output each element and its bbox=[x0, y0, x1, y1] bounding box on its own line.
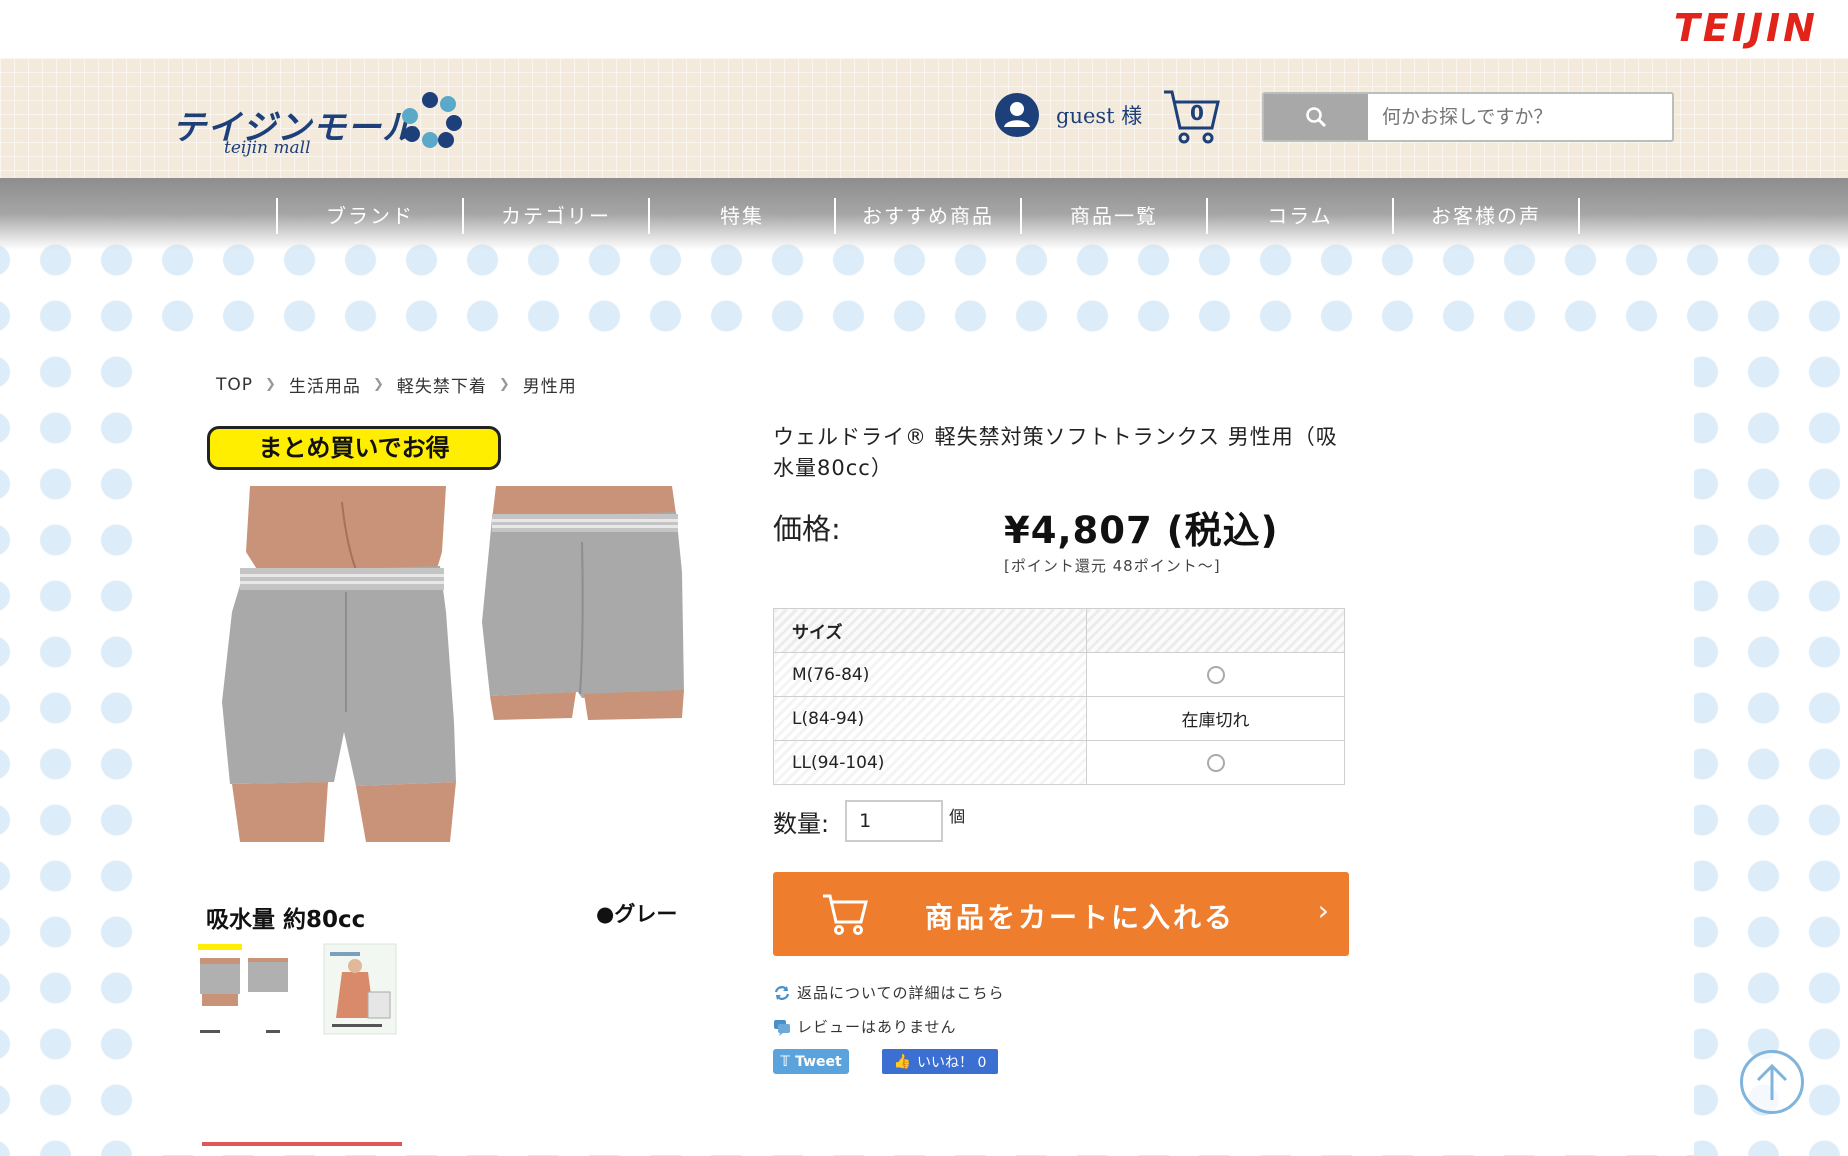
thumbs-up-icon: 👍 bbox=[893, 1053, 912, 1070]
quantity-input[interactable] bbox=[845, 800, 944, 842]
nav-item-recommended[interactable]: おすすめ商品 bbox=[834, 198, 1020, 234]
return-info-text: 返品についての詳細はこちら bbox=[797, 984, 1005, 1002]
product-panel: TOP ❯ 生活用品 ❯ 軽失禁下着 ❯ 男性用 まとめ買いでお得 吸水量 約8… bbox=[154, 334, 1694, 1155]
global-nav: ブランド カテゴリー 特集 おすすめ商品 商品一覧 コラム お客様の声 bbox=[0, 178, 1848, 250]
search-icon bbox=[1306, 107, 1327, 128]
breadcrumb-men: 男性用 bbox=[522, 377, 577, 397]
chevron-right-icon: ❯ bbox=[498, 377, 511, 392]
thumbnail-2[interactable] bbox=[312, 942, 408, 1040]
size-table-header: サイズ bbox=[773, 608, 1345, 653]
cart-icon: 0 bbox=[1164, 90, 1220, 144]
tweet-button[interactable]: 𝕋 Tweet bbox=[773, 1049, 849, 1074]
cart-count: 0 bbox=[1190, 101, 1204, 125]
nav-item-products[interactable]: 商品一覧 bbox=[1020, 198, 1206, 234]
promo-badge: まとめ買いでお得 bbox=[207, 426, 501, 470]
product-title: ウェルドライ® 軽失禁対策ソフトトランクス 男性用（吸水量80cc） bbox=[773, 425, 1338, 480]
site-header: テイジンモール teijin mall guest 様 0 bbox=[0, 58, 1848, 178]
size-table: サイズ M(76-84) L(84-94) 在庫切れ LL(94-104) bbox=[773, 608, 1345, 785]
search-box bbox=[1262, 92, 1674, 142]
size-label-m: M(76-84) bbox=[773, 652, 1087, 697]
breadcrumb-top[interactable]: TOP bbox=[216, 375, 253, 395]
product-price: ¥4,807 (税込) bbox=[1004, 509, 1279, 552]
size-label-l: L(84-94) bbox=[773, 696, 1087, 741]
add-to-cart-label: 商品をカートに入れる bbox=[925, 901, 1236, 934]
return-info-link[interactable]: 返品についての詳細はこちら bbox=[773, 982, 1005, 1003]
reviews-text: レビューはありません bbox=[797, 1018, 957, 1036]
quantity-label: 数量: bbox=[773, 809, 830, 838]
add-to-cart-button[interactable]: 商品をカートに入れる › bbox=[773, 872, 1349, 956]
refresh-icon bbox=[774, 985, 790, 1000]
teijin-logo[interactable]: TEIJIN bbox=[1674, 6, 1818, 50]
color-caption: ●グレー bbox=[596, 902, 678, 926]
size-label-ll: LL(94-104) bbox=[773, 740, 1087, 785]
breadcrumb-daily-goods[interactable]: 生活用品 bbox=[289, 372, 361, 397]
user-menu[interactable]: guest 様 bbox=[994, 92, 1142, 138]
top-bar: TEIJIN bbox=[0, 0, 1848, 58]
cart-icon bbox=[823, 894, 868, 935]
nav-item-category[interactable]: カテゴリー bbox=[462, 198, 648, 234]
product-main-image[interactable]: まとめ買いでお得 吸水量 約80cc ●グレー bbox=[206, 426, 686, 946]
like-label: いいね！ 0 bbox=[917, 1054, 987, 1071]
breadcrumb: TOP ❯ 生活用品 ❯ 軽失禁下着 ❯ 男性用 bbox=[216, 372, 577, 398]
price-label: 価格: bbox=[773, 512, 841, 546]
reviews-link[interactable]: レビューはありません bbox=[773, 1016, 957, 1037]
nav-item-voices[interactable]: お客様の声 bbox=[1392, 198, 1580, 234]
quantity-control: 数量: 個 bbox=[773, 800, 965, 842]
bird-icon: 𝕋 bbox=[780, 1053, 791, 1070]
user-name: guest 様 bbox=[1056, 104, 1143, 128]
mall-logo-en: teijin mall bbox=[224, 138, 311, 158]
nav-item-feature[interactable]: 特集 bbox=[648, 198, 834, 234]
size-radio-ll[interactable] bbox=[1206, 753, 1225, 772]
chevron-right-icon: ❯ bbox=[372, 377, 385, 392]
absorb-caption: 吸水量 約80cc bbox=[206, 907, 366, 933]
nav-item-column[interactable]: コラム bbox=[1206, 198, 1392, 234]
quantity-unit: 個 bbox=[949, 807, 966, 826]
size-header-label: サイズ bbox=[773, 608, 1087, 653]
nav-item-brand[interactable]: ブランド bbox=[276, 198, 462, 234]
size-row: M(76-84) bbox=[773, 652, 1345, 697]
chevron-right-icon: ❯ bbox=[265, 377, 277, 392]
thumbnail-1[interactable] bbox=[196, 942, 292, 1040]
chevron-right-icon: › bbox=[1317, 894, 1329, 927]
points-info: [ポイント還元 48ポイント〜] bbox=[1004, 557, 1221, 575]
mall-logo[interactable]: テイジンモール teijin mall bbox=[172, 100, 417, 158]
thumbnail-list bbox=[196, 942, 428, 1040]
arrow-up-icon bbox=[1756, 1063, 1788, 1100]
product-photo bbox=[222, 486, 684, 842]
back-to-top-button[interactable] bbox=[1740, 1050, 1804, 1114]
mall-logo-dots bbox=[402, 92, 462, 148]
cart-button[interactable]: 0 bbox=[1162, 88, 1222, 150]
size-row: L(84-94) 在庫切れ bbox=[773, 696, 1345, 741]
next-section-heading bbox=[202, 1142, 402, 1156]
tweet-label: Tweet bbox=[795, 1053, 842, 1070]
comment-icon bbox=[774, 1019, 790, 1036]
user-avatar-icon bbox=[995, 93, 1039, 137]
size-radio-m[interactable] bbox=[1206, 665, 1225, 684]
search-button[interactable] bbox=[1264, 94, 1368, 140]
out-of-stock-label: 在庫切れ bbox=[1086, 696, 1345, 741]
size-row: LL(94-104) bbox=[773, 740, 1345, 785]
like-button[interactable]: 👍 いいね！ 0 bbox=[882, 1049, 998, 1074]
breadcrumb-incontinence[interactable]: 軽失禁下着 bbox=[397, 372, 487, 397]
search-input[interactable] bbox=[1368, 94, 1672, 140]
